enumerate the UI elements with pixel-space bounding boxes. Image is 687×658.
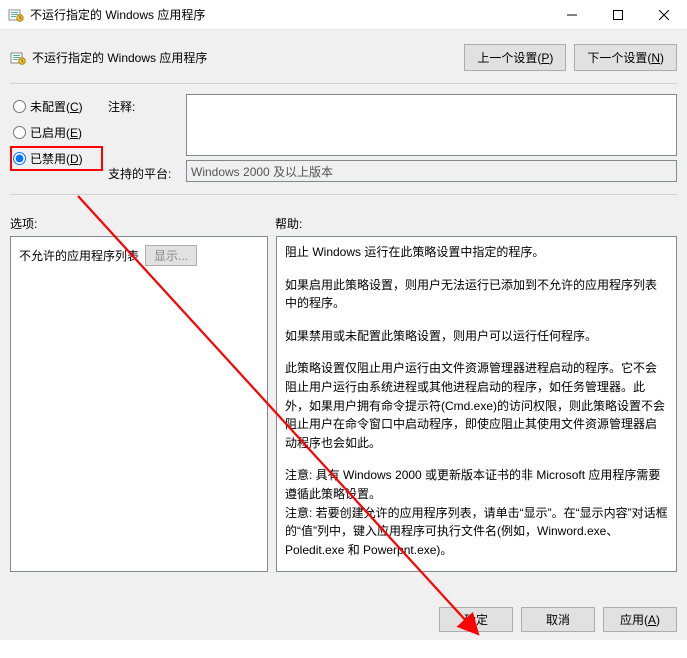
help-p3: 如果禁用或未配置此策略设置，则用户可以运行任何程序。	[285, 327, 668, 346]
titlebar: 不运行指定的 Windows 应用程序	[0, 0, 687, 30]
radio-group: 未配置(C) 已启用(E) 已禁用(D)	[10, 94, 100, 182]
dialog-content: 不运行指定的 Windows 应用程序 上一个设置(P) 下一个设置(N) 未配…	[0, 30, 687, 640]
radio-disabled[interactable]: 已禁用(D)	[13, 150, 100, 167]
ok-button[interactable]: 确定	[439, 607, 513, 632]
cancel-button[interactable]: 取消	[521, 607, 595, 632]
field-column	[186, 94, 677, 182]
comment-textarea[interactable]	[186, 94, 677, 156]
help-p6: 注意: 若要创建允许的应用程序列表，请单击“显示”。在“显示内容”对话框的“值”…	[285, 504, 668, 560]
radio-disabled-label: 已禁用(D)	[30, 150, 83, 167]
window-controls	[549, 0, 687, 30]
close-button[interactable]	[641, 0, 687, 30]
help-p2: 如果启用此策略设置，则用户无法运行已添加到不允许的应用程序列表中的程序。	[285, 276, 668, 313]
policy-title-text: 不运行指定的 Windows 应用程序	[32, 49, 207, 66]
options-label: 选项:	[10, 215, 275, 232]
maximize-button[interactable]	[595, 0, 641, 30]
minimize-button[interactable]	[549, 0, 595, 30]
options-panel: 不允许的应用程序列表 显示...	[10, 236, 268, 572]
policy-title: 不运行指定的 Windows 应用程序	[10, 49, 456, 66]
divider	[10, 83, 677, 84]
help-label: 帮助:	[275, 215, 302, 232]
disallowed-apps-label: 不允许的应用程序列表	[19, 247, 139, 264]
dialog-footer: 确定 取消 应用(A)	[439, 607, 677, 632]
close-icon	[659, 10, 669, 20]
help-p4: 此策略设置仅阻止用户运行由文件资源管理器进程启动的程序。它不会阻止用户运行由系统…	[285, 359, 668, 452]
radio-not-configured[interactable]: 未配置(C)	[13, 98, 100, 115]
header-row: 不运行指定的 Windows 应用程序 上一个设置(P) 下一个设置(N)	[0, 30, 687, 77]
disallowed-apps-row: 不允许的应用程序列表 显示...	[19, 245, 259, 266]
radio-disabled-input[interactable]	[13, 152, 26, 165]
maximize-icon	[613, 10, 623, 20]
show-button[interactable]: 显示...	[145, 245, 197, 266]
policy-icon	[10, 50, 26, 66]
section-labels: 选项: 帮助:	[0, 201, 687, 236]
radio-not-configured-label: 未配置(C)	[30, 98, 83, 115]
minimize-icon	[567, 10, 577, 20]
radio-enabled[interactable]: 已启用(E)	[13, 124, 100, 141]
prev-setting-button[interactable]: 上一个设置(P)	[464, 44, 566, 71]
help-p1: 阻止 Windows 运行在此策略设置中指定的程序。	[285, 243, 668, 262]
apply-button[interactable]: 应用(A)	[603, 607, 677, 632]
config-row: 未配置(C) 已启用(E) 已禁用(D) 注释: 支持的平台:	[0, 90, 687, 184]
comment-label: 注释:	[108, 94, 178, 115]
radio-not-configured-input[interactable]	[13, 100, 26, 113]
radio-enabled-input[interactable]	[13, 126, 26, 139]
help-panel[interactable]: 阻止 Windows 运行在此策略设置中指定的程序。 如果启用此策略设置，则用户…	[276, 236, 677, 572]
policy-icon	[8, 7, 24, 23]
help-p5: 注意: 具有 Windows 2000 或更新版本证书的非 Microsoft …	[285, 466, 668, 503]
platform-textarea	[186, 160, 677, 182]
window-title: 不运行指定的 Windows 应用程序	[30, 6, 549, 23]
next-setting-button[interactable]: 下一个设置(N)	[574, 44, 677, 71]
highlight-box: 已禁用(D)	[10, 146, 103, 171]
label-column: 注释: 支持的平台:	[108, 94, 178, 182]
platform-label: 支持的平台:	[108, 157, 178, 182]
lower-panels: 不允许的应用程序列表 显示... 阻止 Windows 运行在此策略设置中指定的…	[0, 236, 687, 572]
radio-enabled-label: 已启用(E)	[30, 124, 82, 141]
divider-2	[10, 194, 677, 195]
